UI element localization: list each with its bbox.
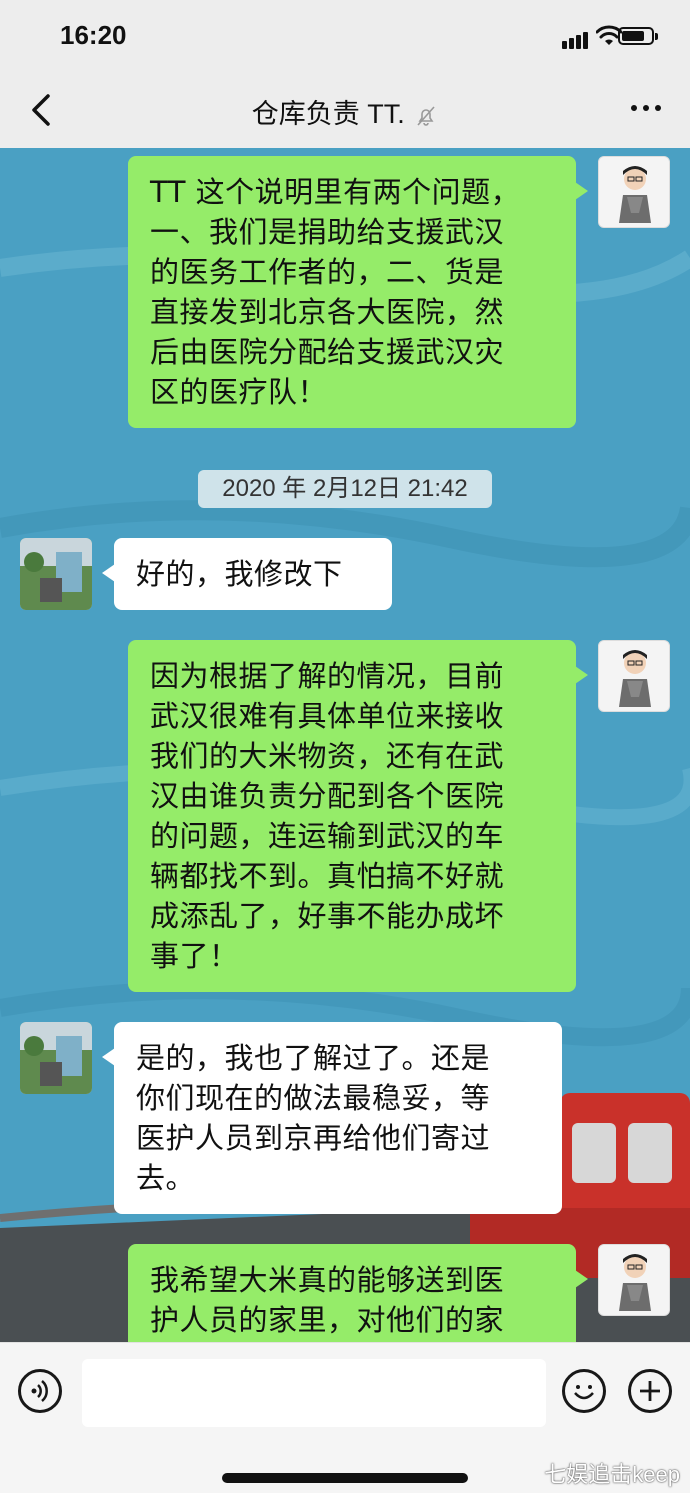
avatar-peer-icon bbox=[20, 538, 92, 610]
avatar[interactable] bbox=[20, 1022, 92, 1094]
input-bar: 七娱追击keep bbox=[0, 1342, 690, 1493]
message-timestamp: 2020 年 2月12日 21:42 bbox=[198, 470, 492, 508]
signal-icon bbox=[562, 30, 590, 49]
message-bubble-me[interactable]: TT 这个说明里有两个问题， 一、我们是捐助给支援武汉 的医务工作者的，二、货是… bbox=[128, 156, 588, 428]
message-bubble-peer[interactable]: 好的，我修改下 bbox=[102, 538, 392, 610]
avatar[interactable] bbox=[598, 640, 670, 712]
top-bar: 16:20 仓库负责 TT. bbox=[0, 0, 690, 148]
chat-area[interactable]: TT 这个说明里有两个问题， 一、我们是捐助给支援武汉 的医务工作者的，二、货是… bbox=[0, 148, 690, 1342]
voice-button[interactable] bbox=[18, 1369, 62, 1413]
chat-title: 仓库负责 TT. bbox=[0, 92, 690, 131]
message-input[interactable] bbox=[82, 1359, 546, 1427]
avatar[interactable] bbox=[598, 1244, 670, 1316]
message-bubble-peer[interactable]: 是的，我也了解过了。还是 你们现在的做法最稳妥，等 医护人员到京再给他们寄过 去… bbox=[102, 1022, 562, 1214]
message-bubble-me[interactable]: 我希望大米真的能够送到医 护人员的家里，对他们的家 bbox=[128, 1244, 588, 1342]
emoji-button[interactable] bbox=[562, 1369, 606, 1413]
message-bubble-me[interactable]: 因为根据了解的情况，目前 武汉很难有具体单位来接收 我们的大米物资，还有在武 汉… bbox=[128, 640, 588, 992]
plus-button[interactable] bbox=[628, 1369, 672, 1413]
avatar[interactable] bbox=[20, 538, 92, 610]
battery-icon bbox=[618, 27, 658, 45]
plus-icon bbox=[640, 1381, 660, 1401]
emoji-icon bbox=[574, 1385, 594, 1400]
watermark: 七娱追击keep bbox=[544, 1462, 680, 1487]
chat-title-text: 仓库负责 TT. bbox=[251, 99, 405, 129]
more-dot bbox=[631, 105, 637, 111]
more-dot bbox=[643, 105, 649, 111]
avatar-me-icon bbox=[619, 166, 651, 223]
more-dot bbox=[655, 105, 661, 111]
avatar-peer-icon bbox=[20, 1022, 92, 1094]
mute-bell-icon bbox=[417, 106, 435, 126]
home-indicator bbox=[222, 1473, 468, 1483]
avatar[interactable] bbox=[598, 156, 670, 228]
avatar-me-icon bbox=[619, 1254, 651, 1311]
voice-icon bbox=[31, 1380, 48, 1402]
avatar-me-icon bbox=[619, 650, 651, 707]
status-time: 16:20 bbox=[60, 20, 127, 50]
more-options-button[interactable] bbox=[628, 96, 668, 126]
